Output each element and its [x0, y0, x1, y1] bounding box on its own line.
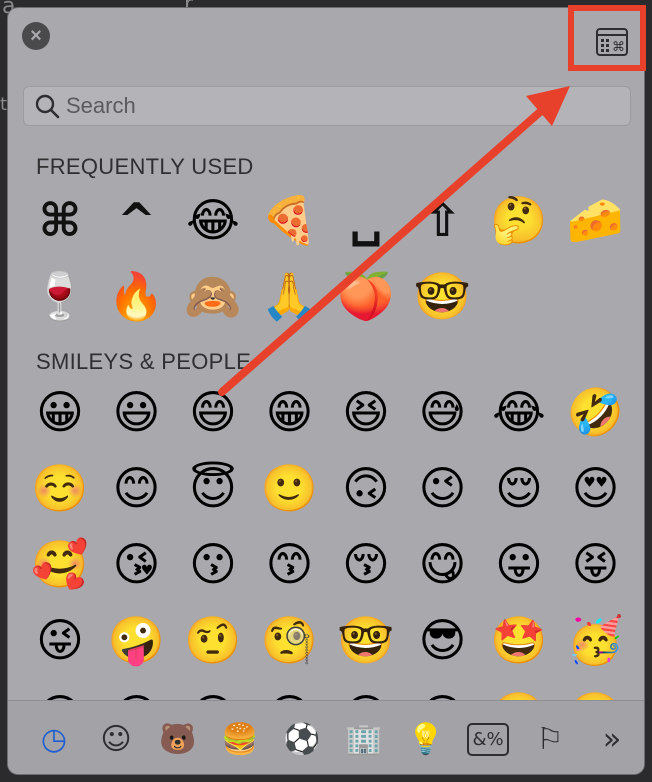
- annotation-arrow: [218, 86, 570, 396]
